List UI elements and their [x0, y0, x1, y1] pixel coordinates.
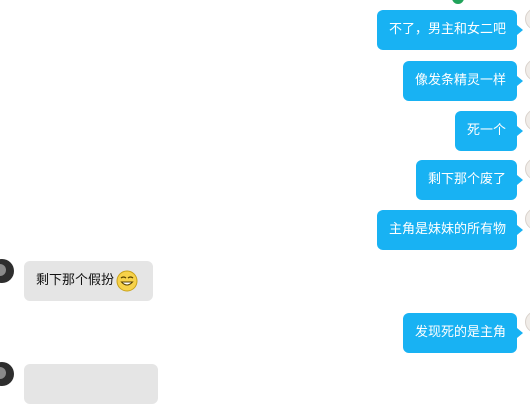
user-avatar[interactable] — [525, 59, 530, 81]
outgoing-message-bubble[interactable]: 死一个 — [455, 111, 517, 151]
contact-avatar[interactable] — [0, 259, 14, 283]
avatar-image — [0, 264, 6, 276]
bubble-tail — [517, 175, 523, 185]
bubble-tail — [517, 25, 523, 35]
online-status-indicator — [452, 0, 464, 4]
user-avatar[interactable] — [525, 8, 530, 30]
user-avatar[interactable] — [525, 158, 530, 180]
incoming-message-bubble[interactable] — [24, 364, 158, 404]
avatar-image — [0, 367, 6, 379]
message-text: 死一个 — [467, 123, 507, 138]
bubble-tail — [517, 126, 523, 136]
outgoing-message-bubble[interactable]: 像发条精灵一样 — [403, 61, 517, 101]
bubble-tail — [517, 76, 523, 86]
outgoing-message-bubble[interactable]: 主角是妹妹的所有物 — [377, 210, 517, 250]
bubble-tail — [517, 225, 523, 235]
message-text: 剩下那个废了 — [428, 172, 507, 187]
outgoing-message-bubble[interactable]: 发现死的是主角 — [403, 313, 517, 353]
user-avatar[interactable] — [525, 109, 530, 131]
outgoing-message-bubble[interactable]: 剩下那个废了 — [416, 160, 517, 200]
outgoing-message-bubble[interactable]: 不了，男主和女二吧 — [377, 10, 517, 50]
user-avatar[interactable] — [525, 311, 530, 333]
message-text: 主角是妹妹的所有物 — [389, 222, 507, 237]
message-text: 不了，男主和女二吧 — [389, 22, 507, 37]
bubble-tail — [517, 328, 523, 338]
grinning-face-emoji-icon — [116, 270, 138, 291]
user-avatar[interactable] — [525, 208, 530, 230]
message-text: 剩下那个假扮 — [36, 273, 115, 288]
message-text: 像发条精灵一样 — [415, 73, 507, 88]
message-text: 发现死的是主角 — [415, 325, 507, 340]
contact-avatar[interactable] — [0, 362, 14, 386]
incoming-message-bubble[interactable]: 剩下那个假扮 — [24, 261, 153, 301]
